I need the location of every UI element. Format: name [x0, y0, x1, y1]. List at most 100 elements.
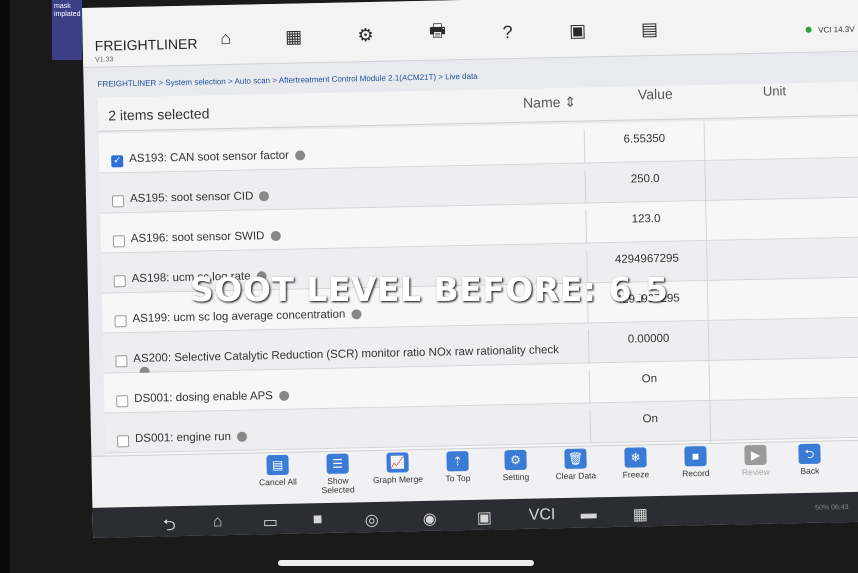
screenshot-icon[interactable]: ▣ — [477, 508, 493, 528]
clear-data-icon: 🗑 — [564, 448, 587, 469]
toolbar-label: Graph Merge — [372, 473, 424, 486]
row-unit — [709, 397, 858, 441]
row-unit — [708, 357, 858, 401]
freeze-button[interactable]: ❄ Freeze — [607, 447, 664, 480]
row-unit — [706, 277, 858, 321]
app-switch-icon[interactable]: ■ — [313, 511, 323, 529]
row-checkbox[interactable] — [116, 395, 129, 408]
value-column-header: Value — [637, 85, 673, 103]
sort-icon: ⇕ — [564, 93, 577, 110]
info-icon[interactable] — [270, 230, 281, 242]
caption-overlay: SOOT LEVEL BEFORE: 6.5 — [190, 270, 669, 309]
toolbar-label: Back — [800, 465, 820, 477]
brand-title: FREIGHTLINER — [94, 35, 198, 54]
setting-icon: ⚙ — [504, 449, 527, 471]
back-arrow-icon[interactable]: ⮌ — [163, 514, 176, 538]
back-button[interactable]: ⮌ Back — [781, 443, 838, 476]
row-name: AS195: soot sensor CID — [130, 184, 570, 206]
help-icon[interactable]: ? — [492, 19, 523, 46]
row-checkbox[interactable] — [114, 315, 127, 328]
show-selected-icon: ☰ — [326, 453, 349, 474]
row-checkbox[interactable] — [111, 155, 124, 168]
info-icon[interactable] — [351, 309, 362, 320]
toolbar-label: Record — [682, 467, 710, 479]
vci-label: VCI — [818, 25, 832, 35]
graph-merge-button[interactable]: 📈 Graph Merge — [369, 452, 426, 485]
photo-frame: mask implated FREIGHTLINER V1.33 ⌂ ▦ ⚙ 🖶? ▣ ▤… — [0, 0, 858, 573]
row-checkbox[interactable] — [111, 195, 125, 208]
save-icon[interactable]: ▣ — [562, 17, 593, 44]
toolbar-label: To Top — [445, 472, 471, 484]
connection-dot-icon — [805, 26, 812, 33]
toolbar-label: Clear Data — [555, 470, 597, 482]
row-name: AS193: CAN soot sensor factor — [129, 144, 569, 166]
row-name: DS001: dosing enable APS — [134, 384, 574, 406]
row-name: DS001: engine run — [135, 424, 575, 446]
row-unit — [705, 197, 858, 241]
gear-icon[interactable]: ⚙ — [350, 22, 381, 49]
show-selected-button[interactable]: ☰ Show Selected — [309, 453, 366, 495]
to-top-icon: ⇡ — [446, 451, 469, 472]
name-column-header[interactable]: Name ⇕ — [523, 94, 576, 112]
row-name-text: DS001: engine run — [134, 430, 232, 445]
record-icon: ■ — [684, 446, 707, 467]
selected-count: 2 items selected — [108, 105, 210, 124]
tablet-screen: FREIGHTLINER V1.33 ⌂ ▦ ⚙ 🖶? ▣ ▤ VCI 14.3V FRE… — [82, 0, 858, 538]
row-unit — [704, 157, 858, 201]
vci-icon[interactable]: ▦ — [278, 23, 309, 50]
status-indicators: 50% 06:43 — [815, 504, 849, 512]
breadcrumb: FREIGHTLINER > System selection > Auto s… — [97, 71, 478, 89]
record-button[interactable]: ■ Record — [667, 446, 724, 479]
clear-data-button[interactable]: 🗑 Clear Data — [547, 448, 604, 481]
version-label: V1.33 — [95, 56, 114, 64]
vci-icon[interactable]: VCI — [529, 506, 556, 525]
toolbar-label: Setting — [502, 471, 530, 483]
row-checkbox[interactable] — [112, 235, 126, 248]
browser-icon[interactable]: ◎ — [365, 510, 379, 530]
sticker-label: mask implated — [52, 0, 82, 60]
camera-icon[interactable]: ◉ — [423, 509, 437, 529]
row-unit — [703, 117, 858, 162]
app-header: FREIGHTLINER V1.33 ⌂ ▦ ⚙ 🖶? ▣ ▤ VCI 14.3V — [82, 0, 858, 68]
toolbar-label: Cancel All — [258, 476, 297, 488]
info-icon[interactable] — [236, 431, 248, 442]
row-unit — [706, 237, 858, 281]
graph-merge-icon: 📈 — [386, 452, 409, 473]
review-icon: ▶ — [744, 444, 767, 466]
row-checkbox[interactable] — [116, 435, 130, 448]
toolbar-label: Review — [741, 466, 770, 478]
cancel-all-icon: ▤ — [266, 454, 289, 476]
row-name-text: AS199: ucm sc log average concentration — [132, 308, 346, 326]
printer-icon[interactable]: 🖶 — [422, 20, 453, 47]
info-icon[interactable] — [259, 191, 270, 202]
row-name-text: AS195: soot sensor CID — [129, 190, 254, 206]
setting-button[interactable]: ⚙ Setting — [487, 449, 544, 482]
freeze-icon: ❄ — [624, 447, 647, 468]
row-name: AS196: soot sensor SWID — [131, 224, 571, 246]
message-icon[interactable]: ▤ — [634, 16, 665, 43]
review-button[interactable]: ▶ Review — [727, 444, 784, 477]
info-icon[interactable] — [294, 150, 306, 161]
toolbar-label: Show Selected — [321, 475, 355, 496]
battery-voltage: 14.3V — [833, 24, 855, 35]
to-top-button[interactable]: ⇡ To Top — [429, 451, 486, 484]
home-indicator — [278, 560, 534, 566]
back-icon: ⮌ — [798, 443, 821, 465]
row-checkbox[interactable] — [113, 275, 126, 288]
home-icon[interactable]: ⌂ — [210, 25, 241, 52]
recent-apps-icon[interactable]: ▭ — [263, 512, 279, 532]
info-icon[interactable] — [278, 390, 290, 401]
row-checkbox[interactable] — [115, 355, 128, 368]
row-unit — [707, 317, 858, 361]
unit-column-header: Unit — [762, 83, 787, 99]
name-header-label: Name — [522, 94, 561, 111]
cancel-all-button[interactable]: ▤ Cancel All — [249, 454, 306, 487]
vci-status: VCI 14.3V — [805, 24, 855, 35]
row-name-text: DS001: dosing enable APS — [134, 390, 274, 405]
row-name-text: AS200: Selective Catalytic Reduction (SC… — [133, 344, 560, 366]
toolbar-label: Freeze — [622, 469, 650, 480]
row-name-text: AS196: soot sensor SWID — [130, 230, 265, 246]
remote-icon[interactable]: ▦ — [633, 504, 649, 524]
truck-icon[interactable]: ▬ — [581, 505, 597, 523]
home-icon[interactable]: ⌂ — [213, 513, 223, 531]
